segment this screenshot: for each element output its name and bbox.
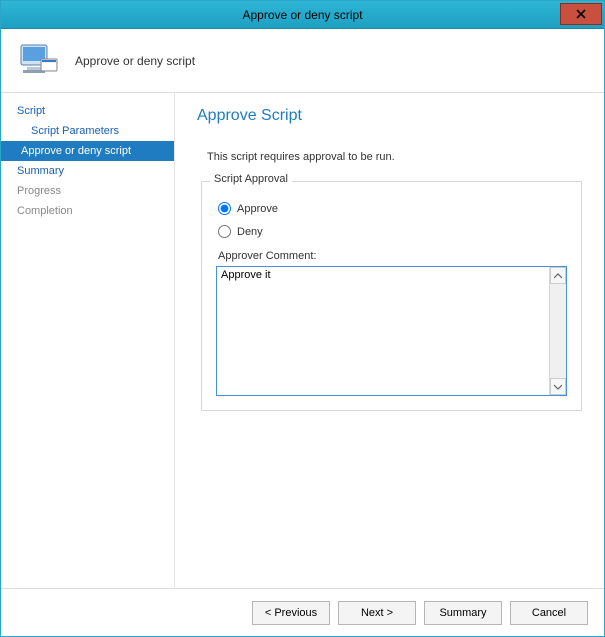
chevron-up-icon bbox=[554, 273, 562, 279]
approver-comment-input[interactable] bbox=[217, 267, 549, 395]
approve-radio[interactable] bbox=[218, 202, 231, 215]
computer-icon bbox=[17, 41, 61, 81]
scroll-down-button[interactable] bbox=[550, 378, 566, 395]
wizard-subtitle: Approve or deny script bbox=[75, 54, 195, 68]
summary-button[interactable]: Summary bbox=[424, 601, 502, 625]
instruction-text: This script requires approval to be run. bbox=[197, 151, 582, 163]
wizard-body: Script Script Parameters Approve or deny… bbox=[1, 93, 604, 588]
titlebar: Approve or deny script bbox=[1, 1, 604, 29]
approve-radio-label: Approve bbox=[237, 203, 278, 215]
comment-field-wrap bbox=[216, 266, 567, 396]
wizard-window: Approve or deny script Approve or deny bbox=[0, 0, 605, 637]
sidebar-item-completion: Completion bbox=[1, 201, 174, 221]
sidebar-item-progress: Progress bbox=[1, 181, 174, 201]
deny-radio-label: Deny bbox=[237, 226, 263, 238]
sidebar-item-summary[interactable]: Summary bbox=[1, 161, 174, 181]
titlebar-buttons bbox=[560, 1, 604, 28]
main-panel: Approve Script This script requires appr… bbox=[175, 93, 604, 588]
sidebar-item-approve-or-deny[interactable]: Approve or deny script bbox=[1, 141, 174, 161]
window-title: Approve or deny script bbox=[242, 8, 362, 22]
wizard-header: Approve or deny script bbox=[1, 29, 604, 93]
scroll-up-button[interactable] bbox=[550, 267, 566, 284]
page-title: Approve Script bbox=[197, 107, 582, 125]
previous-button[interactable]: < Previous bbox=[252, 601, 330, 625]
wizard-footer: < Previous Next > Summary Cancel bbox=[1, 588, 604, 636]
approve-radio-row[interactable]: Approve bbox=[218, 202, 567, 215]
next-button[interactable]: Next > bbox=[338, 601, 416, 625]
deny-radio-row[interactable]: Deny bbox=[218, 225, 567, 238]
script-approval-group: Script Approval Approve Deny Approver Co… bbox=[201, 181, 582, 411]
sidebar-item-script-parameters[interactable]: Script Parameters bbox=[1, 121, 174, 141]
scrollbar[interactable] bbox=[549, 267, 566, 395]
close-icon bbox=[576, 9, 586, 19]
comment-label: Approver Comment: bbox=[218, 250, 567, 262]
chevron-down-icon bbox=[554, 384, 562, 390]
group-label: Script Approval bbox=[210, 173, 292, 185]
sidebar-item-script[interactable]: Script bbox=[1, 101, 174, 121]
deny-radio[interactable] bbox=[218, 225, 231, 238]
close-button[interactable] bbox=[560, 3, 602, 25]
cancel-button[interactable]: Cancel bbox=[510, 601, 588, 625]
step-sidebar: Script Script Parameters Approve or deny… bbox=[1, 93, 175, 588]
